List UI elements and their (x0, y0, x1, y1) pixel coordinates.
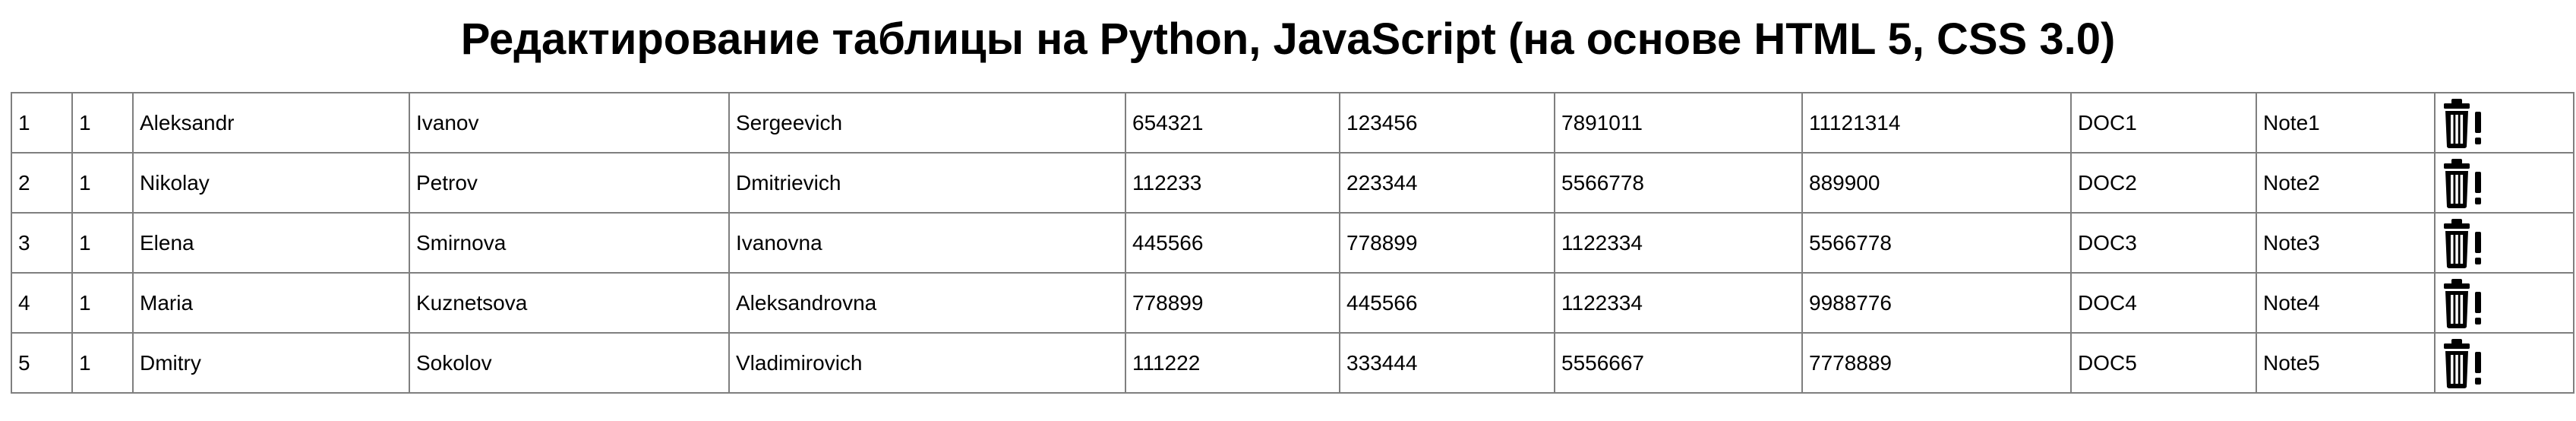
cell-c2[interactable]: 445566 (1339, 272, 1555, 334)
cell-patronymic[interactable]: Vladimirovich (728, 332, 1126, 394)
cell-id[interactable]: 5 (11, 332, 73, 394)
cell-id[interactable]: 3 (11, 212, 73, 274)
cell-note[interactable]: Note1 (2256, 92, 2436, 154)
cell-c3[interactable]: 1122334 (1554, 212, 1803, 274)
cell-first-name[interactable]: Dmitry (132, 332, 410, 394)
trash-exclamation-icon (2444, 218, 2481, 268)
table-row: 3 1 Elena Smirnova Ivanovna 445566 77889… (11, 212, 2574, 274)
cell-id[interactable]: 2 (11, 152, 73, 214)
data-table: 1 1 Aleksandr Ivanov Sergeevich 654321 1… (11, 92, 2574, 394)
cell-c3[interactable]: 1122334 (1554, 272, 1803, 334)
cell-id[interactable]: 4 (11, 272, 73, 334)
cell-last-name[interactable]: Petrov (409, 152, 730, 214)
cell-note[interactable]: Note4 (2256, 272, 2436, 334)
cell-c3[interactable]: 7891011 (1554, 92, 1803, 154)
cell-c2[interactable]: 333444 (1339, 332, 1555, 394)
cell-c1[interactable]: 112233 (1125, 152, 1340, 214)
cell-group[interactable]: 1 (71, 152, 134, 214)
cell-group[interactable]: 1 (71, 92, 134, 154)
cell-note[interactable]: Note3 (2256, 212, 2436, 274)
cell-patronymic[interactable]: Aleksandrovna (728, 272, 1126, 334)
cell-c4[interactable]: 11121314 (1801, 92, 2072, 154)
delete-row-button[interactable] (2442, 98, 2487, 148)
table-row: 2 1 Nikolay Petrov Dmitrievich 112233 22… (11, 152, 2574, 214)
cell-c2[interactable]: 123456 (1339, 92, 1555, 154)
cell-id[interactable]: 1 (11, 92, 73, 154)
cell-first-name[interactable]: Nikolay (132, 152, 410, 214)
cell-doc[interactable]: DOC3 (2070, 212, 2257, 274)
page-title: Редактирование таблицы на Python, JavaSc… (460, 14, 2116, 64)
table-row: 5 1 Dmitry Sokolov Vladimirovich 111222 … (11, 332, 2574, 394)
trash-exclamation-icon (2444, 338, 2481, 388)
cell-c1[interactable]: 654321 (1125, 92, 1340, 154)
cell-group[interactable]: 1 (71, 272, 134, 334)
cell-last-name[interactable]: Smirnova (409, 212, 730, 274)
cell-actions (2434, 272, 2574, 334)
cell-actions (2434, 152, 2574, 214)
table-row: 1 1 Aleksandr Ivanov Sergeevich 654321 1… (11, 92, 2574, 154)
cell-patronymic[interactable]: Ivanovna (728, 212, 1126, 274)
cell-first-name[interactable]: Maria (132, 272, 410, 334)
table-row: 4 1 Maria Kuznetsova Aleksandrovna 77889… (11, 272, 2574, 334)
cell-first-name[interactable]: Aleksandr (132, 92, 410, 154)
trash-exclamation-icon (2444, 98, 2481, 148)
cell-doc[interactable]: DOC2 (2070, 152, 2257, 214)
cell-c4[interactable]: 9988776 (1801, 272, 2072, 334)
cell-last-name[interactable]: Sokolov (409, 332, 730, 394)
cell-last-name[interactable]: Kuznetsova (409, 272, 730, 334)
delete-row-button[interactable] (2442, 218, 2487, 268)
cell-c1[interactable]: 111222 (1125, 332, 1340, 394)
cell-c2[interactable]: 778899 (1339, 212, 1555, 274)
cell-c4[interactable]: 889900 (1801, 152, 2072, 214)
cell-patronymic[interactable]: Dmitrievich (728, 152, 1126, 214)
cell-patronymic[interactable]: Sergeevich (728, 92, 1126, 154)
cell-actions (2434, 332, 2574, 394)
cell-first-name[interactable]: Elena (132, 212, 410, 274)
cell-c1[interactable]: 778899 (1125, 272, 1340, 334)
delete-row-button[interactable] (2442, 278, 2487, 328)
cell-c2[interactable]: 223344 (1339, 152, 1555, 214)
cell-note[interactable]: Note2 (2256, 152, 2436, 214)
cell-c3[interactable]: 5566778 (1554, 152, 1803, 214)
delete-row-button[interactable] (2442, 158, 2487, 208)
cell-last-name[interactable]: Ivanov (409, 92, 730, 154)
cell-note[interactable]: Note5 (2256, 332, 2436, 394)
cell-group[interactable]: 1 (71, 332, 134, 394)
cell-c1[interactable]: 445566 (1125, 212, 1340, 274)
cell-c4[interactable]: 7778889 (1801, 332, 2072, 394)
cell-actions (2434, 212, 2574, 274)
cell-c3[interactable]: 5556667 (1554, 332, 1803, 394)
cell-c4[interactable]: 5566778 (1801, 212, 2072, 274)
cell-doc[interactable]: DOC5 (2070, 332, 2257, 394)
trash-exclamation-icon (2444, 278, 2481, 328)
cell-doc[interactable]: DOC4 (2070, 272, 2257, 334)
trash-exclamation-icon (2444, 158, 2481, 208)
table-body: 1 1 Aleksandr Ivanov Sergeevich 654321 1… (11, 92, 2574, 394)
delete-row-button[interactable] (2442, 338, 2487, 388)
cell-actions (2434, 92, 2574, 154)
cell-doc[interactable]: DOC1 (2070, 92, 2257, 154)
cell-group[interactable]: 1 (71, 212, 134, 274)
